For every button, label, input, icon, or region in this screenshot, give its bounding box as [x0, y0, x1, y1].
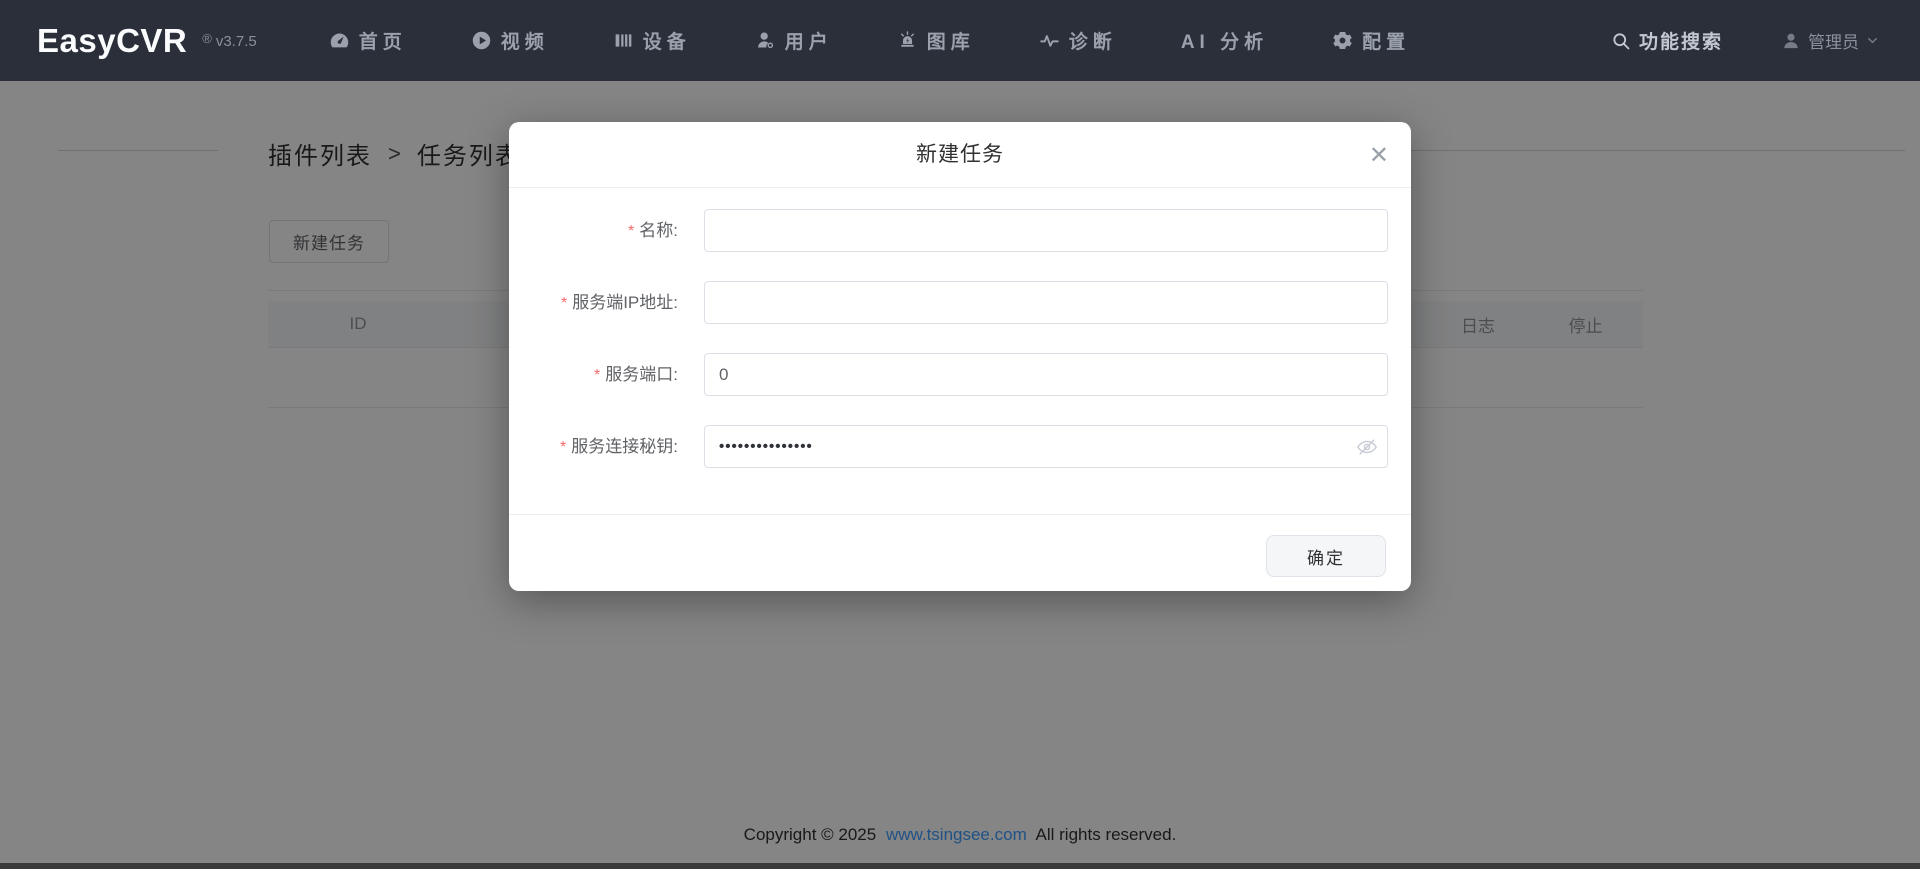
eye-off-icon[interactable]: [1356, 436, 1378, 458]
dialog-footer-divider: [509, 514, 1411, 515]
label-text: 名称:: [639, 221, 678, 240]
function-search[interactable]: 功能搜索: [1611, 27, 1723, 54]
form-row-name: * 名称:: [509, 209, 1411, 252]
nav-item-gallery[interactable]: 图库: [897, 27, 975, 54]
input-wrap-server-ip: [704, 281, 1388, 324]
nav-item-label: 配置: [1362, 32, 1411, 53]
nav-item-label: 首页: [358, 32, 407, 53]
user-label: 管理员: [1808, 33, 1859, 52]
navbar-right: 功能搜索 管理员: [1611, 27, 1880, 54]
nav-item-label: 用户: [784, 32, 833, 53]
search-icon: [1613, 32, 1630, 49]
form-row-server-port: * 服务端口:: [509, 353, 1411, 396]
registered-mark: ®: [202, 31, 212, 46]
nav-item-label: 视频: [500, 32, 549, 53]
app-logo: EasyCVR: [37, 21, 188, 59]
user-gear-icon: [757, 32, 773, 49]
nav-item-label: 图库: [926, 32, 975, 53]
nav-item-video[interactable]: 视频: [471, 27, 549, 54]
version-label: v3.7.5: [215, 33, 257, 50]
dialog-header: 新建任务 ✕: [509, 122, 1411, 188]
name-input[interactable]: [704, 209, 1388, 252]
pulse-icon: [1040, 35, 1059, 47]
label-text: 服务端IP地址:: [572, 293, 678, 312]
required-asterisk: *: [594, 367, 601, 384]
label-text: 服务连接秘钥:: [571, 437, 678, 456]
required-asterisk: *: [560, 295, 568, 312]
input-wrap-secret-key: [704, 425, 1388, 468]
input-wrap-server-port: [704, 353, 1388, 396]
chevron-down-icon: [1868, 37, 1877, 44]
required-asterisk: *: [628, 223, 635, 240]
server-port-input[interactable]: [704, 353, 1388, 396]
nav-item-label: AI 分析: [1180, 32, 1269, 53]
form-row-secret-key: * 服务连接秘钥:: [509, 425, 1411, 468]
nav-item-diagnosis[interactable]: 诊断: [1039, 27, 1117, 54]
field-label-name: * 名称:: [509, 209, 678, 253]
dialog-title: 新建任务: [916, 143, 1004, 166]
nav-item-home[interactable]: 首页: [329, 27, 407, 54]
user-menu[interactable]: 管理员: [1781, 28, 1880, 53]
nav-item-ai-analysis[interactable]: AI 分析: [1181, 27, 1268, 54]
confirm-button[interactable]: 确定: [1266, 535, 1386, 577]
required-asterisk: *: [560, 439, 567, 456]
top-navbar: EasyCVR ® v3.7.5 首页 视频 设备 用户 图库 诊断 AI 分析…: [0, 0, 1920, 81]
search-label: 功能搜索: [1638, 32, 1723, 53]
play-circle-icon: [472, 31, 490, 50]
bottom-strip: [0, 863, 1920, 869]
nav-item-label: 设备: [642, 32, 691, 53]
nav-item-config[interactable]: 配置: [1332, 27, 1410, 54]
new-task-dialog: 新建任务 ✕ * 名称: * 服务端IP地址: * 服务端口: 0 * 服务连接…: [509, 122, 1411, 591]
person-icon: [1784, 33, 1798, 48]
secret-key-input[interactable]: [704, 425, 1388, 468]
gear-icon: [1333, 32, 1352, 49]
field-label-secret-key: * 服务连接秘钥:: [509, 425, 678, 469]
main-menu: 首页 视频 设备 用户 图库 诊断 AI 分析 配置: [329, 27, 1474, 54]
device-icon: [615, 34, 632, 47]
alarm-lamp-icon: [900, 31, 914, 47]
form-row-server-ip: * 服务端IP地址:: [509, 281, 1411, 324]
server-ip-input[interactable]: [704, 281, 1388, 324]
page-content: 插件列表 > 任务列表 新建任务 ID 日志 停止 Copyright © 20…: [0, 81, 1920, 869]
close-icon[interactable]: ✕: [1369, 122, 1389, 188]
nav-item-user[interactable]: 用户: [755, 27, 833, 54]
field-label-server-ip: * 服务端IP地址:: [509, 281, 678, 325]
label-text: 服务端口:: [605, 365, 678, 384]
nav-item-device[interactable]: 设备: [613, 27, 691, 54]
nav-item-label: 诊断: [1068, 32, 1117, 53]
dashboard-icon: [330, 33, 348, 48]
app-version: ® v3.7.5: [202, 31, 257, 50]
field-label-server-port: * 服务端口:: [509, 353, 678, 397]
input-wrap-name: [704, 209, 1388, 252]
